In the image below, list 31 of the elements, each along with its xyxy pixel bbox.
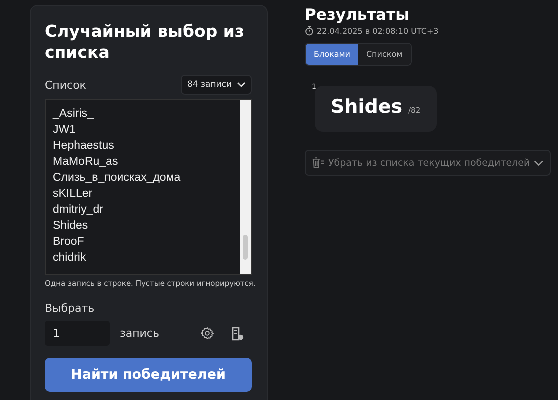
page-title: Случайный выбор из списка <box>45 21 246 63</box>
list-label: Список <box>45 78 86 92</box>
results-title: Результаты <box>305 5 411 25</box>
chevron-icon <box>237 82 246 88</box>
settings-icon[interactable] <box>201 327 214 340</box>
list-entry: sKILLer <box>53 187 94 202</box>
list-entry: dmitriy_dr <box>53 203 104 218</box>
document-check-icon[interactable] <box>231 326 244 340</box>
winner-name: Shides <box>331 96 403 118</box>
remove-winners-button[interactable]: Убрать из списка текущих победителей <box>305 150 551 176</box>
unit-text: запись <box>120 327 160 340</box>
view-tab[interactable]: Блоками <box>306 44 358 65</box>
list-entry: JW1 <box>53 123 77 138</box>
list-entry: Hephaestus <box>53 139 116 154</box>
view-tab[interactable]: Списком <box>358 44 411 65</box>
trash-list-icon <box>312 156 324 170</box>
list-entry: Слизь_в_поисках_дома <box>53 171 182 186</box>
list-entry: chidrik <box>53 251 88 266</box>
stopwatch-icon <box>305 26 314 36</box>
list-field[interactable]: _Asiris_ JW1 Hephaestus MaMoRu_as Слизь_в_поисках_дома sKILLer dmitriy_dr Shides BrooF chidrik <box>45 99 252 275</box>
count-input[interactable]: 1 <box>45 321 110 346</box>
scrollbar[interactable] <box>240 100 251 274</box>
list-entry: MaMoRu_as <box>53 155 120 170</box>
pick-label: Выбрать <box>45 302 96 315</box>
count-dropdown[interactable]: 84 записи <box>181 75 252 95</box>
list-entry: Shides <box>53 219 90 234</box>
find-winners-button[interactable]: Найти победителей <box>45 358 252 392</box>
chevron-icon <box>534 160 544 166</box>
list-entry: _Asiris_ <box>53 107 95 122</box>
timestamp-text: 22.04.2025 в 02:08:10 UTC+3 <box>317 26 439 36</box>
list-entry: BrooF <box>53 235 86 250</box>
